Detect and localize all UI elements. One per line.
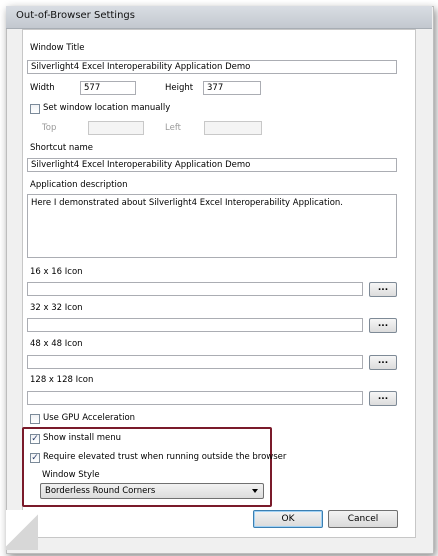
left-label: Left — [165, 123, 181, 133]
icon128-input[interactable] — [27, 391, 363, 405]
window-style-select[interactable]: Borderless Round Corners — [40, 483, 264, 499]
window-title-label: Window Title — [30, 43, 85, 53]
ok-button[interactable]: OK — [253, 510, 323, 528]
gpu-checkbox[interactable] — [30, 414, 40, 424]
window-title: Out-of-Browser Settings — [16, 10, 135, 21]
elevated-trust-label: Require elevated trust when running outs… — [43, 452, 287, 462]
icon32-browse-button[interactable]: ... — [369, 318, 397, 333]
set-location-label: Set window location manually — [43, 103, 171, 113]
description-textarea[interactable]: Here I demonstrated about Silverlight4 E… — [27, 194, 397, 258]
icon16-input[interactable] — [27, 282, 363, 296]
icon16-label: 16 x 16 Icon — [30, 267, 83, 277]
icon128-browse-button[interactable]: ... — [369, 391, 397, 406]
window-title-input[interactable]: Silverlight4 Excel Interoperability Appl… — [27, 60, 397, 74]
description-label: Application description — [30, 180, 128, 190]
gpu-label: Use GPU Acceleration — [43, 413, 136, 423]
icon32-input[interactable] — [27, 318, 363, 332]
width-label: Width — [30, 83, 55, 93]
cancel-button[interactable]: Cancel — [328, 510, 398, 528]
icon32-label: 32 x 32 Icon — [30, 303, 83, 313]
icon48-browse-button[interactable]: ... — [369, 355, 397, 370]
window-style-value: Borderless Round Corners — [45, 486, 156, 496]
height-input[interactable]: 377 — [203, 81, 261, 95]
icon48-input[interactable] — [27, 355, 363, 369]
title-bar: Out-of-Browser Settings — [6, 6, 432, 29]
icon16-browse-button[interactable]: ... — [369, 282, 397, 297]
show-install-checkbox[interactable]: ✓ — [30, 434, 40, 444]
show-install-label: Show install menu — [43, 433, 122, 443]
icon128-label: 128 x 128 Icon — [30, 375, 94, 385]
top-label: Top — [42, 123, 57, 133]
elevated-trust-checkbox[interactable]: ✓ — [30, 453, 40, 463]
set-location-checkbox[interactable] — [30, 104, 40, 114]
shortcut-label: Shortcut name — [30, 143, 94, 153]
left-input[interactable] — [204, 121, 262, 135]
chevron-down-icon — [252, 489, 258, 493]
window-style-label: Window Style — [42, 470, 100, 480]
shortcut-input[interactable]: Silverlight4 Excel Interoperability Appl… — [27, 158, 397, 172]
icon48-label: 48 x 48 Icon — [30, 339, 83, 349]
page-curl-decoration — [6, 510, 38, 550]
top-input[interactable] — [88, 121, 144, 135]
height-label: Height — [165, 83, 194, 93]
width-input[interactable]: 577 — [80, 81, 136, 95]
